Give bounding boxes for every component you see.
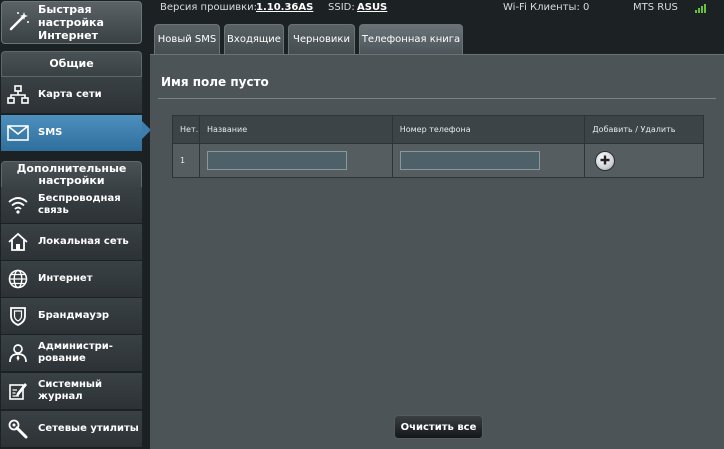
add-remove-cell xyxy=(584,143,704,178)
shield-icon xyxy=(7,305,29,327)
clear-all-button[interactable]: Очистить все xyxy=(394,415,483,439)
sidebar-item-sms[interactable]: SMS xyxy=(1,115,142,152)
admin-user-icon xyxy=(7,342,29,364)
column-header-add-remove: Добавить / Удалить xyxy=(584,115,704,144)
sidebar-item-label: Администри-рование xyxy=(38,341,113,364)
tab-drafts[interactable]: Черновики xyxy=(288,24,355,54)
title-divider xyxy=(158,98,716,99)
quick-setup-button[interactable]: Быстрая настройка Интернет xyxy=(1,1,142,44)
sidebar-item-label: SMS xyxy=(38,127,63,138)
firmware-version-link[interactable]: 1.10.36AS xyxy=(256,2,313,13)
signal-strength-icon xyxy=(695,4,706,13)
row-index: 1 xyxy=(172,143,200,178)
sidebar-item-internet[interactable]: Интернет xyxy=(1,261,142,298)
phone-number-input[interactable] xyxy=(399,151,540,170)
phonebook-table: Нет. Название Номер телефона Добавить / … xyxy=(172,115,704,178)
phonebook-panel: Имя поле пусто Нет. Название Номер телеф… xyxy=(150,54,724,449)
sidebar-item-label: Системный журнал xyxy=(38,379,102,402)
sidebar-item-network-map[interactable]: Карта сети xyxy=(1,77,142,114)
sidebar-item-lan[interactable]: Локальная сеть xyxy=(1,224,142,261)
sidebar-item-admin[interactable]: Администри-рование xyxy=(1,335,142,372)
wifi-clients-count: Wi-Fi Клиенты: 0 xyxy=(503,2,590,13)
tab-phonebook[interactable]: Телефонная книга xyxy=(359,24,463,54)
column-header-phone: Номер телефона xyxy=(391,115,586,144)
status-bar: Версия прошивки: 1.10.36AS SSID: ASUS Wi… xyxy=(150,0,724,18)
sidebar-item-system-log[interactable]: Системный журнал xyxy=(1,373,142,410)
plus-icon xyxy=(599,154,611,168)
tab-inbox[interactable]: Входящие xyxy=(224,24,284,54)
column-header-number: Нет. xyxy=(172,115,200,144)
table-row: 1 xyxy=(172,143,704,178)
sidebar-item-wireless[interactable]: Беспроводная связь xyxy=(1,187,142,224)
network-map-icon xyxy=(7,84,29,106)
name-cell xyxy=(198,143,393,178)
tools-icon xyxy=(7,418,29,440)
contact-name-input[interactable] xyxy=(206,151,347,170)
quick-setup-label: Быстрая настройка Интернет xyxy=(38,3,104,42)
sidebar-item-label: Локальная сеть xyxy=(38,236,129,247)
sidebar-item-label: Интернет xyxy=(38,273,93,284)
sidebar-item-firewall[interactable]: Брандмауэр xyxy=(1,298,142,335)
ssid-label: SSID: xyxy=(328,2,355,13)
sidebar-item-label: Брандмауэр xyxy=(38,310,110,321)
sidebar: Быстрая настройка Интернет Общие Карта с… xyxy=(0,0,151,449)
wireless-icon xyxy=(7,194,29,216)
advanced-section-header: Дополнительные настройки xyxy=(1,161,142,189)
general-section-header: Общие xyxy=(1,51,142,77)
sidebar-item-network-tools[interactable]: Сетевые утилиты xyxy=(1,411,142,448)
sidebar-item-label: Беспроводная связь xyxy=(38,193,121,216)
phone-cell xyxy=(391,143,586,178)
add-contact-button[interactable] xyxy=(595,150,616,171)
sms-envelope-icon xyxy=(7,122,29,144)
tab-new-sms[interactable]: Новый SMS xyxy=(154,24,220,54)
table-header-row: Нет. Название Номер телефона Добавить / … xyxy=(172,115,704,144)
sidebar-item-label: Сетевые утилиты xyxy=(38,423,139,434)
log-icon xyxy=(7,380,29,402)
magic-wand-icon xyxy=(8,10,30,36)
firmware-label: Версия прошивки: xyxy=(160,2,258,13)
column-header-name: Название xyxy=(198,115,393,144)
operator-name: MTS RUS xyxy=(633,2,678,13)
sidebar-item-label: Карта сети xyxy=(38,89,102,100)
globe-icon xyxy=(7,268,29,290)
page-title: Имя поле пусто xyxy=(161,75,269,89)
ssid-link[interactable]: ASUS xyxy=(357,2,387,13)
home-lan-icon xyxy=(7,231,29,253)
